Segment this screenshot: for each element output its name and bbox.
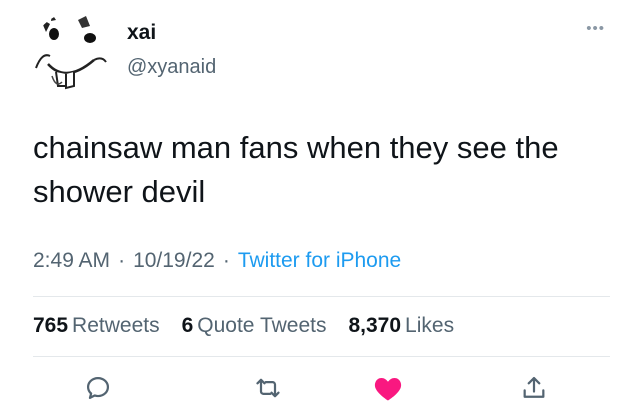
share-button[interactable] xyxy=(518,372,550,404)
tweet-source-link[interactable]: Twitter for iPhone xyxy=(238,249,401,272)
retweet-icon xyxy=(256,378,280,398)
quote-tweets-label: Quote Tweets xyxy=(197,314,327,337)
tweet-date[interactable]: 10/19/22 xyxy=(133,249,215,272)
user-handle[interactable]: @xyanaid xyxy=(127,54,216,80)
divider xyxy=(33,296,610,297)
separator-dot: · xyxy=(222,249,230,272)
divider xyxy=(33,356,610,357)
retweet-button[interactable] xyxy=(252,372,284,404)
share-icon xyxy=(523,376,545,398)
retweets-count: 765 xyxy=(33,314,69,337)
display-name[interactable]: xai xyxy=(127,20,216,46)
avatar[interactable] xyxy=(32,12,116,96)
reply-button[interactable] xyxy=(82,372,114,404)
retweets-stat[interactable]: 765 Retweets xyxy=(33,313,160,339)
author-block: xai @xyanaid xyxy=(127,20,216,80)
quote-tweets-count: 6 xyxy=(181,314,194,337)
tweet-meta: 2:49 AM · 10/19/22 · Twitter for iPhone xyxy=(33,248,401,274)
reply-icon xyxy=(86,376,110,400)
likes-label: Likes xyxy=(405,314,455,337)
tweet-text: chainsaw man fans when they see the show… xyxy=(33,130,559,209)
separator-dot: · xyxy=(118,249,126,272)
more-dots-icon[interactable]: ••• xyxy=(586,20,605,38)
engagement-stats: 765 Retweets 6 Quote Tweets 8,370 Likes xyxy=(33,313,476,339)
quote-tweets-stat[interactable]: 6 Quote Tweets xyxy=(182,313,327,339)
like-button[interactable] xyxy=(372,372,404,404)
likes-stat[interactable]: 8,370 Likes xyxy=(348,313,454,339)
retweets-label: Retweets xyxy=(72,314,160,337)
smiling-face-sketch-avatar-icon xyxy=(35,14,107,90)
likes-count: 8,370 xyxy=(348,314,402,337)
heart-icon xyxy=(374,378,402,401)
tweet-time[interactable]: 2:49 AM xyxy=(33,249,110,272)
